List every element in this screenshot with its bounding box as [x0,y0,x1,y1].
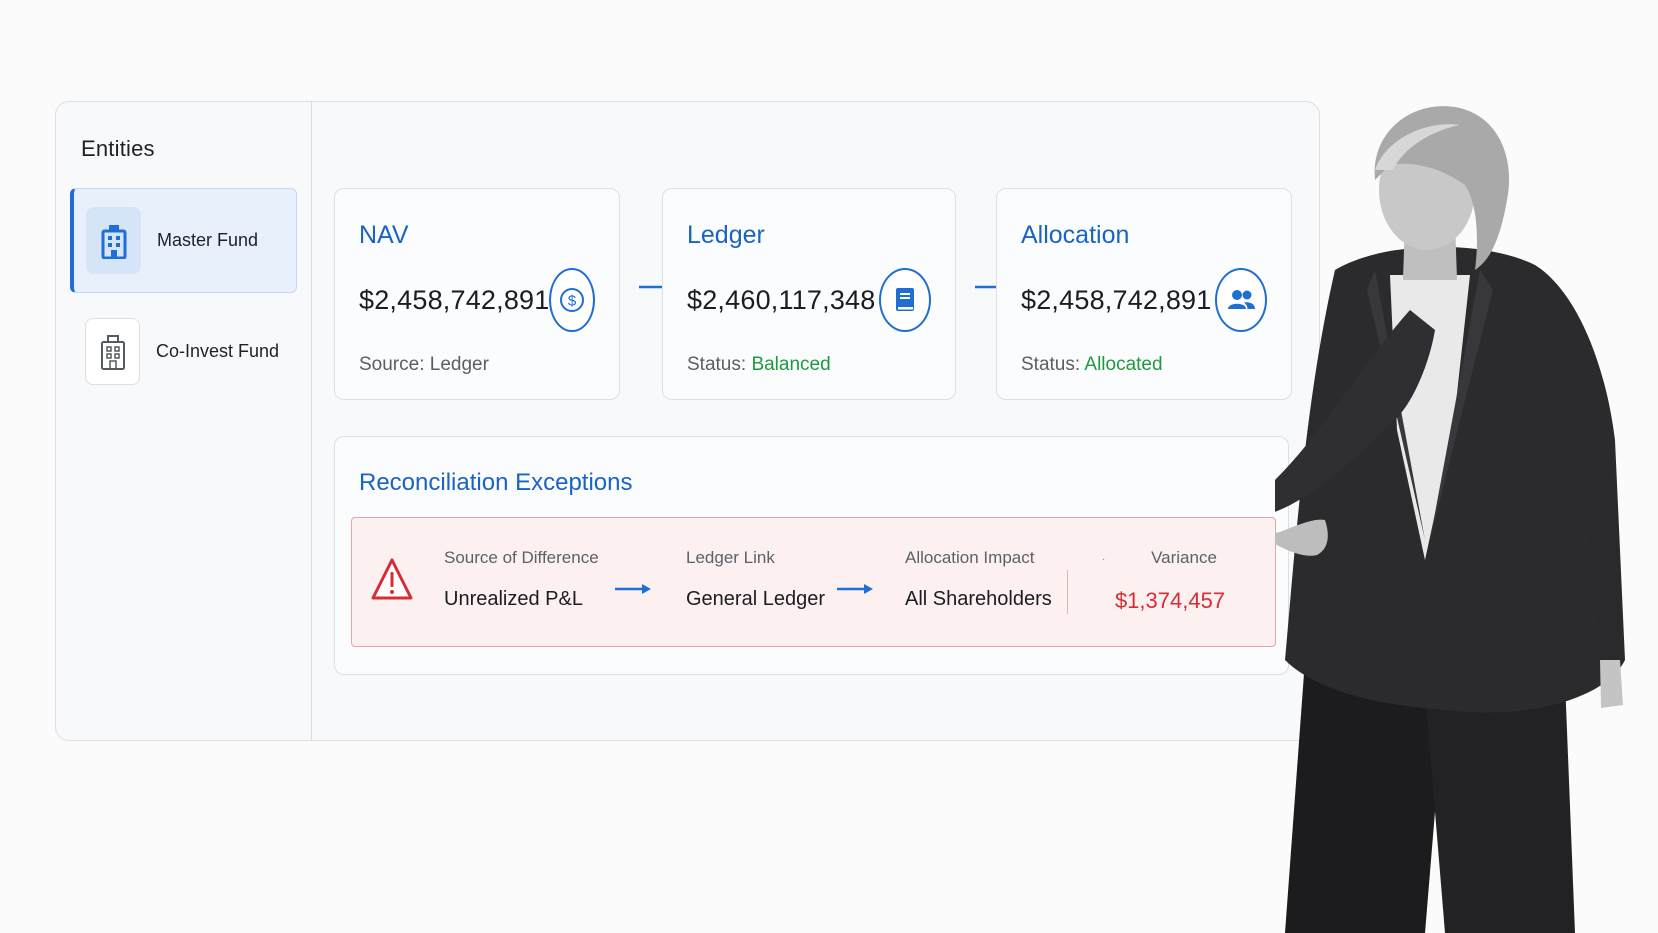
variance-label: Variance [1151,548,1217,567]
section-title: Reconciliation Exceptions [359,469,633,496]
sidebar-item-label: Master Fund [157,230,259,250]
status-value: Balanced [751,354,831,375]
card-meta: Status: Balanced [687,354,931,376]
card-title: Ledger [687,221,765,249]
arrow-right-icon [837,584,873,594]
meta-label: Status: [1021,354,1081,375]
nav-value: $2,458,742,891 [359,284,550,315]
sidebar-item-label: Co-Invest Fund [156,341,280,361]
status-value: Allocated [1084,354,1163,375]
allocation-impact-value: All Shareholders [905,588,1052,610]
divider [1067,570,1068,614]
building-icon [85,318,140,385]
ledger-link-column: Ledger Link General Ledger [686,548,825,611]
allocation-card[interactable]: Allocation $2,458,742,891 Status: Alloca… [996,188,1292,400]
main-content: NAV $2,458,742,891 $ Source: Ledger Ledg… [312,102,1319,740]
exception-row[interactable]: Source of Difference Unrealized P&L Ledg… [351,517,1276,647]
warning-icon [371,558,413,600]
allocation-value: $2,458,742,891 [1021,284,1212,315]
arrow-right-icon [615,584,651,594]
ledger-link-label: Ledger Link [686,548,775,567]
source-value: Unrealized P&L [444,588,583,610]
ledger-link-value: General Ledger [686,588,825,610]
meta-value: Ledger [429,354,489,375]
ledger-card[interactable]: Ledger $2,460,117,348 Status: Balanced [662,188,956,400]
dollar-circle-icon: $ [549,268,595,332]
presenter-photo [1275,106,1625,933]
meta-label: Source: [359,354,425,375]
dashboard-panel: Entities Master Fund Co-Invest Fund NAV … [55,101,1320,741]
users-icon [1215,268,1267,332]
book-icon [879,268,931,332]
variance-column: Variance $1,374,457 [1100,548,1240,614]
reconciliation-exceptions: Reconciliation Exceptions Source of Diff… [334,436,1289,675]
sidebar-title: Entities [81,136,155,161]
meta-label: Status: [687,354,747,375]
card-meta: Status: Allocated [1021,354,1267,376]
nav-card[interactable]: NAV $2,458,742,891 $ Source: Ledger [334,188,620,400]
ledger-value: $2,460,117,348 [687,284,876,315]
sidebar-item-co-invest-fund[interactable]: Co-Invest Fund [70,299,297,404]
card-title: Allocation [1021,221,1130,249]
allocation-impact-label: Allocation Impact [905,548,1035,567]
entities-sidebar: Entities Master Fund Co-Invest Fund [56,102,312,740]
variance-value: $1,374,457 [1114,588,1226,613]
allocation-impact-column: Allocation Impact All Shareholders [905,548,1052,611]
sidebar-item-master-fund[interactable]: Master Fund [70,188,297,293]
svg-text:$: $ [568,293,577,310]
source-column: Source of Difference Unrealized P&L [444,548,599,611]
building-icon [86,207,141,274]
card-meta: Source: Ledger [359,354,595,376]
source-label: Source of Difference [444,548,599,567]
card-title: NAV [359,221,409,249]
